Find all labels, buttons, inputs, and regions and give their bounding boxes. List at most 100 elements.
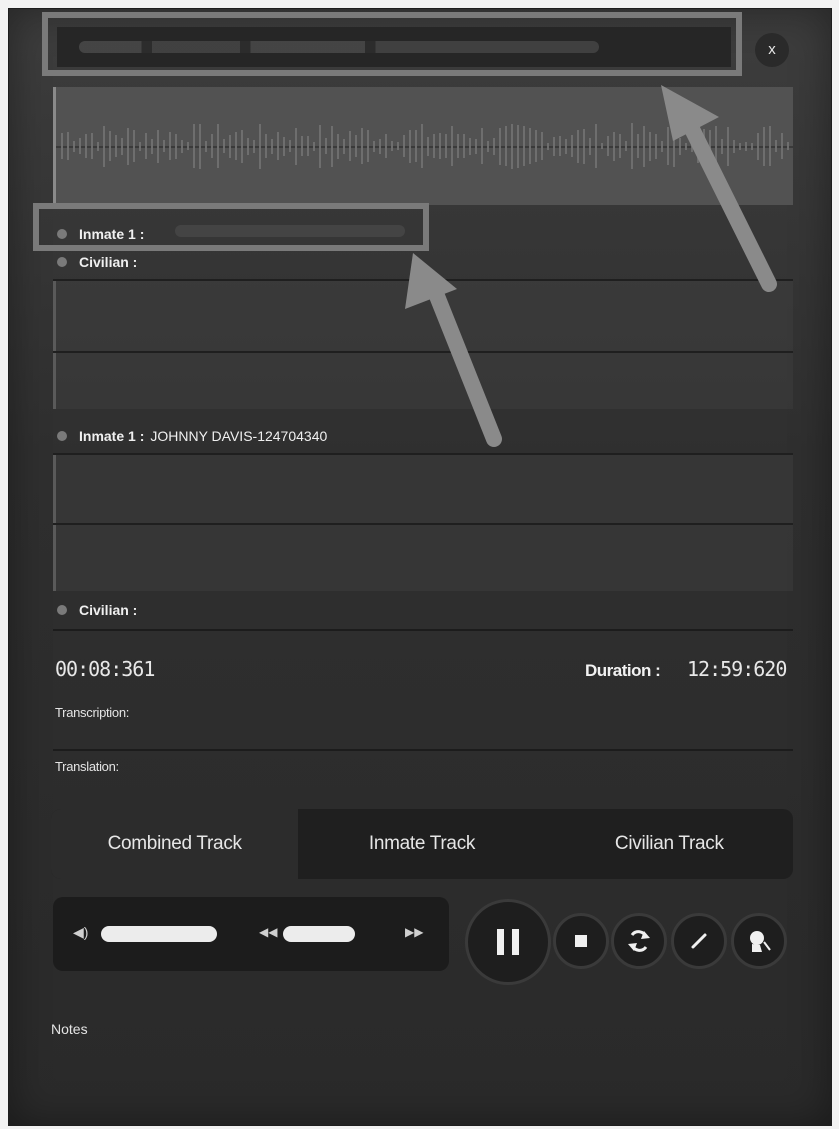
waveform-bar — [637, 134, 639, 158]
speaker-indicator-dot — [57, 431, 67, 441]
waveform-bar — [283, 136, 285, 156]
title-highlight-box — [42, 12, 742, 76]
audio-slider-panel: ◀) ◀◀ ▶▶ — [53, 897, 449, 971]
loop-button[interactable] — [611, 913, 667, 969]
speaker-role: Inmate 1 : — [79, 428, 145, 444]
waveform-bar — [559, 136, 561, 156]
waveform-bar — [331, 125, 333, 167]
waveform-bar — [187, 142, 189, 150]
duration-display: 12:59:620 — [687, 657, 787, 681]
waveform-bar — [403, 135, 405, 157]
waveform-bar — [541, 132, 543, 160]
close-button[interactable]: x — [755, 33, 789, 67]
waveform-bar — [379, 138, 381, 154]
waveform-bar — [493, 137, 495, 155]
volume-icon: ◀) — [73, 924, 89, 940]
waveform-bar — [319, 124, 321, 168]
waveform-bar — [523, 126, 525, 166]
divider — [53, 629, 793, 631]
waveform-bar — [355, 135, 357, 157]
waveform-bar — [85, 134, 87, 158]
waveform-bar — [169, 132, 171, 160]
waveform-bar — [607, 136, 609, 156]
waveform-bar — [535, 130, 537, 162]
waveform-bar — [433, 134, 435, 158]
speed-slider[interactable] — [283, 926, 355, 942]
waveform-bar — [271, 138, 273, 154]
waveform-bar — [115, 135, 117, 157]
waveform-bar — [409, 129, 411, 163]
speaker-indicator-dot — [57, 229, 67, 239]
waveform-bar — [445, 134, 447, 158]
waveform-bar — [241, 129, 243, 163]
waveform-bar — [205, 140, 207, 152]
waveform-bar — [469, 137, 471, 155]
waveform-bar — [247, 137, 249, 155]
stop-button[interactable] — [553, 913, 609, 969]
waveform-playhead[interactable] — [53, 87, 56, 205]
lane-edge — [53, 281, 56, 409]
waveform-bar — [343, 138, 345, 154]
tab-combined-track[interactable]: Combined Track — [51, 809, 299, 879]
waveform-bar — [367, 130, 369, 162]
forward-icon[interactable]: ▶▶ — [405, 925, 423, 939]
speaker-row-civilian-1: Civilian : — [57, 251, 143, 273]
tab-civilian-track[interactable]: Civilian Track — [546, 809, 793, 879]
waveform-bar — [325, 138, 327, 154]
waveform-bar — [151, 138, 153, 154]
waveform-bar — [421, 124, 423, 168]
waveform-bar — [229, 134, 231, 158]
inmate-track-lane[interactable] — [53, 453, 793, 591]
loop-icon — [628, 930, 650, 952]
pause-button[interactable] — [465, 899, 551, 985]
waveform-bar — [145, 133, 147, 159]
waveform-bar — [553, 136, 555, 156]
waveform-bar — [439, 133, 441, 159]
current-time-display: 00:08:361 — [55, 657, 155, 681]
waveform-bar — [175, 133, 177, 159]
waveform-bar — [235, 132, 237, 160]
waveform-bar — [337, 133, 339, 159]
waveform-bar — [601, 143, 603, 149]
waveform-bar — [529, 128, 531, 164]
speaker-row-inmate-2: Inmate 1 : JOHNNY DAVIS-124704340 — [57, 425, 327, 447]
speaker-indicator-dot — [57, 605, 67, 615]
speaker-profile-button[interactable] — [731, 913, 787, 969]
transcription-field-line[interactable] — [53, 749, 793, 751]
waveform-bar — [181, 139, 183, 153]
waveform-bar — [643, 125, 645, 167]
waveform-bar — [163, 140, 165, 152]
waveform-bar — [577, 129, 579, 163]
transcription-label: Transcription: — [55, 705, 130, 720]
rewind-icon[interactable]: ◀◀ — [259, 925, 277, 939]
waveform-bar — [505, 126, 507, 166]
duration-label: Duration : — [585, 661, 661, 680]
waveform-bar — [571, 135, 573, 157]
waveform-bar — [631, 123, 633, 169]
waveform-bar — [451, 126, 453, 166]
speaker-name: JOHNNY DAVIS-124704340 — [150, 428, 328, 444]
waveform-bar — [511, 123, 513, 169]
waveform-bar — [199, 123, 201, 169]
waveform-bar — [157, 129, 159, 163]
waveform-bar — [391, 141, 393, 151]
waveform-bar — [301, 136, 303, 156]
waveform-bar — [277, 132, 279, 160]
waveform-bar — [211, 134, 213, 158]
waveform-bar — [457, 134, 459, 158]
speaker-role: Civilian : — [79, 602, 138, 618]
speaker-role: Civilian : — [79, 254, 138, 270]
redacted-speaker-name — [175, 225, 405, 237]
pencil-icon — [691, 933, 707, 949]
lane-midline — [53, 523, 793, 525]
waveform-bar — [619, 134, 621, 158]
tab-inmate-track[interactable]: Inmate Track — [298, 809, 545, 879]
speaker-profile-icon — [750, 931, 771, 952]
volume-slider[interactable] — [101, 926, 217, 942]
edit-button[interactable] — [671, 913, 727, 969]
annotation-arrow-title — [661, 85, 777, 292]
waveform-bar — [295, 127, 297, 165]
waveform-bar — [109, 131, 111, 161]
waveform-bar — [583, 128, 585, 164]
waveform-bar — [103, 125, 105, 167]
